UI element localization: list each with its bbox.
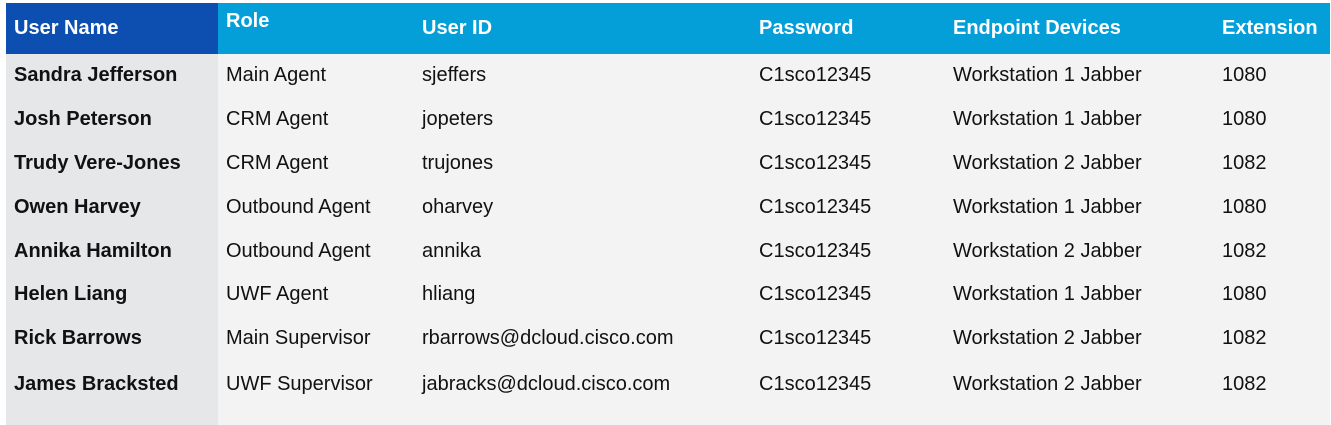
cell-user-name: Owen Harvey — [6, 185, 218, 230]
cell-role: CRM Agent — [218, 97, 414, 142]
table-body: Sandra Jefferson Main Agent sjeffers C1s… — [6, 54, 1330, 425]
table-row: Sandra Jefferson Main Agent sjeffers C1s… — [6, 54, 1330, 98]
cell-user-name: Sandra Jefferson — [6, 54, 218, 98]
cell-user-name: Trudy Vere-Jones — [6, 141, 218, 186]
cell-role: Main Supervisor — [218, 316, 414, 361]
header-extension: Extension — [1214, 3, 1330, 54]
cell-password: C1sco12345 — [751, 316, 945, 361]
cell-password: C1sco12345 — [751, 360, 945, 425]
cell-password: C1sco12345 — [751, 97, 945, 142]
cell-extension: 1080 — [1214, 54, 1330, 98]
cell-password: C1sco12345 — [751, 185, 945, 230]
header-user-name: User Name — [6, 3, 218, 54]
cell-extension: 1080 — [1214, 272, 1330, 317]
table-row: Helen Liang UWF Agent hliang C1sco12345 … — [6, 272, 1330, 317]
table-header: User Name Role User ID Password Endpoint… — [6, 3, 1330, 54]
table-row: Rick Barrows Main Supervisor rbarrows@dc… — [6, 316, 1330, 361]
cell-extension: 1082 — [1214, 141, 1330, 186]
cell-endpoint-device: Workstation 1 Jabber — [945, 185, 1214, 230]
cell-user-name: Helen Liang — [6, 272, 218, 317]
cell-password: C1sco12345 — [751, 54, 945, 98]
cell-password: C1sco12345 — [751, 272, 945, 317]
cell-role: UWF Agent — [218, 272, 414, 317]
cell-password: C1sco12345 — [751, 141, 945, 186]
cell-extension: 1080 — [1214, 185, 1330, 230]
cell-extension: 1082 — [1214, 360, 1330, 425]
table-row: Trudy Vere-Jones CRM Agent trujones C1sc… — [6, 141, 1330, 186]
cell-endpoint-device: Workstation 1 Jabber — [945, 272, 1214, 317]
cell-user-id: sjeffers — [414, 54, 751, 98]
cell-endpoint-device: Workstation 2 Jabber — [945, 360, 1214, 425]
table-row: Owen Harvey Outbound Agent oharvey C1sco… — [6, 185, 1330, 230]
cell-user-id: trujones — [414, 141, 751, 186]
cell-endpoint-device: Workstation 2 Jabber — [945, 141, 1214, 186]
cell-endpoint-device: Workstation 1 Jabber — [945, 54, 1214, 98]
cell-user-id: jabracks@dcloud.cisco.com — [414, 360, 751, 425]
cell-user-id: hliang — [414, 272, 751, 317]
header-role: Role — [218, 3, 414, 54]
cell-user-name: Rick Barrows — [6, 316, 218, 361]
cell-user-id: jopeters — [414, 97, 751, 142]
cell-role: Outbound Agent — [218, 229, 414, 273]
cell-role: CRM Agent — [218, 141, 414, 186]
table-row: James Bracksted UWF Supervisor jabracks@… — [6, 360, 1330, 425]
cell-endpoint-device: Workstation 1 Jabber — [945, 97, 1214, 142]
cell-user-name: James Bracksted — [6, 360, 218, 425]
cell-user-id: rbarrows@dcloud.cisco.com — [414, 316, 751, 361]
cell-user-name: Annika Hamilton — [6, 229, 218, 273]
cell-endpoint-device: Workstation 2 Jabber — [945, 316, 1214, 361]
cell-extension: 1082 — [1214, 229, 1330, 273]
header-user-id: User ID — [414, 3, 751, 54]
cell-role: Main Agent — [218, 54, 414, 98]
cell-extension: 1080 — [1214, 97, 1330, 142]
header-endpoint-devices: Endpoint Devices — [945, 3, 1214, 54]
header-row: User Name Role User ID Password Endpoint… — [6, 3, 1330, 54]
user-table-container: User Name Role User ID Password Endpoint… — [6, 3, 1330, 425]
cell-extension: 1082 — [1214, 316, 1330, 361]
header-password: Password — [751, 3, 945, 54]
cell-endpoint-device: Workstation 2 Jabber — [945, 229, 1214, 273]
cell-role: UWF Supervisor — [218, 360, 414, 425]
cell-role: Outbound Agent — [218, 185, 414, 230]
user-accounts-table: User Name Role User ID Password Endpoint… — [6, 3, 1330, 425]
cell-user-id: annika — [414, 229, 751, 273]
table-row: Josh Peterson CRM Agent jopeters C1sco12… — [6, 97, 1330, 142]
cell-password: C1sco12345 — [751, 229, 945, 273]
cell-user-name: Josh Peterson — [6, 97, 218, 142]
table-row: Annika Hamilton Outbound Agent annika C1… — [6, 229, 1330, 273]
cell-user-id: oharvey — [414, 185, 751, 230]
